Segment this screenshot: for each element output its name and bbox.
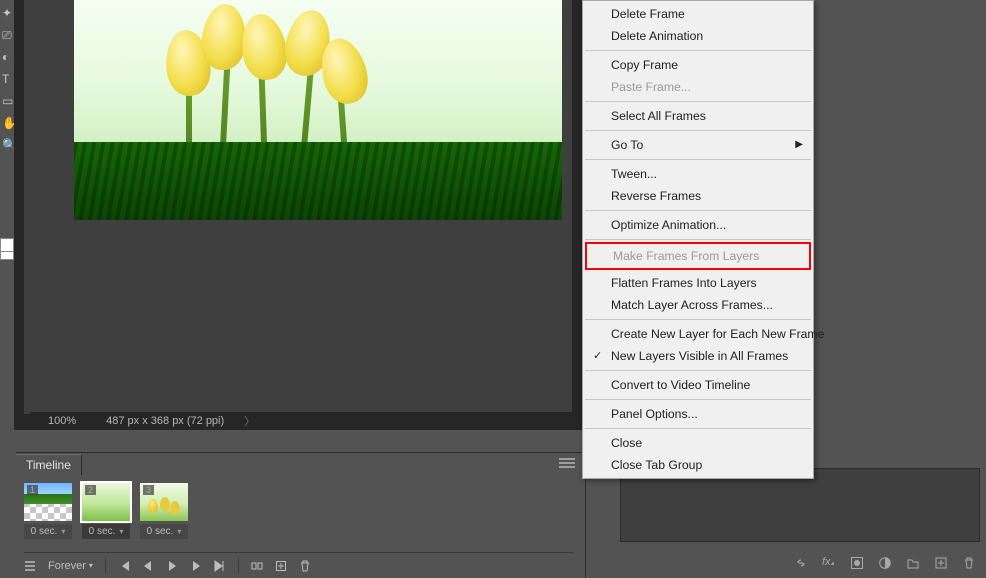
tool-slot[interactable]: ⎚ (2, 28, 12, 38)
menu-paste-frame: Paste Frame... (583, 76, 813, 98)
timeline-controls: Forever ▾ (24, 552, 574, 574)
timeline-context-menu: Delete Frame Delete Animation Copy Frame… (582, 0, 814, 479)
canvas-background (24, 0, 572, 414)
document-image[interactable] (74, 0, 562, 220)
tool-slot[interactable]: T (2, 72, 12, 82)
tool-slot[interactable]: ▭ (2, 94, 12, 104)
last-frame-icon[interactable] (214, 560, 226, 572)
panel-menu-icon[interactable] (558, 456, 576, 470)
frame-thumb[interactable]: 3 0 sec. ▾ (140, 483, 188, 539)
layer-panel-controls: fx▴ (794, 556, 976, 570)
chevron-right-icon[interactable]: 〉 (244, 413, 255, 429)
menu-flatten-frames-into-layers[interactable]: Flatten Frames Into Layers (583, 272, 813, 294)
frame-delay[interactable]: 0 sec. ▾ (140, 524, 188, 539)
trash-icon[interactable] (962, 556, 976, 570)
menu-separator (585, 101, 811, 102)
tool-slot[interactable]: 🔍 (2, 138, 12, 148)
chevron-down-icon: ▾ (89, 561, 93, 570)
frame-thumb[interactable]: 1 0 sec. ▾ (24, 483, 72, 539)
menu-separator (585, 210, 811, 211)
new-layer-icon[interactable] (934, 556, 948, 570)
frame-number: 2 (85, 485, 96, 495)
next-frame-icon[interactable] (190, 560, 202, 572)
menu-optimize-animation[interactable]: Optimize Animation... (583, 214, 813, 236)
chevron-down-icon: ▾ (119, 527, 123, 536)
frame-thumb[interactable]: 2 0 sec. ▾ (82, 483, 130, 539)
new-frame-icon[interactable] (275, 560, 287, 572)
panel-body (620, 468, 980, 542)
loop-options-icon[interactable] (24, 560, 36, 572)
tween-icon[interactable] (251, 560, 263, 572)
chevron-down-icon: ▾ (177, 527, 181, 536)
zoom-level[interactable]: 100% (48, 415, 76, 427)
menu-tween[interactable]: Tween... (583, 163, 813, 185)
menu-separator (585, 370, 811, 371)
timeline-panel: Timeline 1 0 sec. ▾ 2 0 sec. ▾ 3 0 sec. (16, 452, 582, 578)
tool-slot[interactable]: ✋ (2, 116, 12, 126)
color-swatches[interactable] (0, 238, 14, 264)
chevron-down-icon: ▾ (61, 527, 65, 536)
canvas-area: 100% 487 px x 368 px (72 ppi) 〉 (14, 0, 582, 430)
canvas-status-bar: 100% 487 px x 368 px (72 ppi) 〉 (30, 412, 582, 430)
prev-frame-icon[interactable] (142, 560, 154, 572)
menu-separator (585, 428, 811, 429)
timeline-tab[interactable]: Timeline (16, 453, 82, 475)
timeline-tab-label[interactable]: Timeline (16, 454, 82, 475)
highlight-annotation: Make Frames From Layers (585, 242, 811, 270)
menu-new-layers-visible[interactable]: ✓ New Layers Visible in All Frames (583, 345, 813, 367)
loop-dropdown[interactable]: Forever ▾ (48, 560, 93, 572)
tool-slot[interactable]: ✦ (2, 6, 12, 16)
menu-separator (585, 319, 811, 320)
trash-icon[interactable] (299, 560, 311, 572)
menu-separator (585, 399, 811, 400)
adjustment-icon[interactable] (878, 556, 892, 570)
menu-create-new-layer-each-frame[interactable]: Create New Layer for Each New Frame (583, 323, 813, 345)
frame-number: 1 (27, 485, 38, 495)
first-frame-icon[interactable] (118, 560, 130, 572)
play-icon[interactable] (166, 560, 178, 572)
menu-separator (585, 50, 811, 51)
menu-make-frames-from-layers[interactable]: Make Frames From Layers (587, 245, 809, 267)
frame-delay[interactable]: 0 sec. ▾ (24, 524, 72, 539)
menu-delete-animation[interactable]: Delete Animation (583, 25, 813, 47)
menu-copy-frame[interactable]: Copy Frame (583, 54, 813, 76)
tool-slot[interactable]: ◐ (2, 50, 12, 60)
menu-go-to[interactable]: Go To ▶ (583, 134, 813, 156)
menu-delete-frame[interactable]: Delete Frame (583, 3, 813, 25)
frame-strip: 1 0 sec. ▾ 2 0 sec. ▾ 3 0 sec. ▾ (24, 483, 188, 539)
menu-separator (585, 159, 811, 160)
menu-close-tab-group[interactable]: Close Tab Group (583, 454, 813, 476)
menu-close[interactable]: Close (583, 432, 813, 454)
menu-convert-to-video-timeline[interactable]: Convert to Video Timeline (583, 374, 813, 396)
menu-select-all-frames[interactable]: Select All Frames (583, 105, 813, 127)
checkmark-icon: ✓ (593, 349, 602, 362)
mask-icon[interactable] (850, 556, 864, 570)
fx-icon[interactable]: fx▴ (822, 556, 836, 570)
link-icon[interactable] (794, 556, 808, 570)
menu-separator (585, 239, 811, 240)
menu-reverse-frames[interactable]: Reverse Frames (583, 185, 813, 207)
frame-delay[interactable]: 0 sec. ▾ (82, 524, 130, 539)
submenu-arrow-icon: ▶ (795, 139, 803, 150)
document-dimensions: 487 px x 368 px (72 ppi) (106, 415, 224, 427)
menu-separator (585, 130, 811, 131)
menu-match-layer-across-frames[interactable]: Match Layer Across Frames... (583, 294, 813, 316)
group-icon[interactable] (906, 556, 920, 570)
menu-panel-options[interactable]: Panel Options... (583, 403, 813, 425)
frame-number: 3 (143, 485, 154, 495)
